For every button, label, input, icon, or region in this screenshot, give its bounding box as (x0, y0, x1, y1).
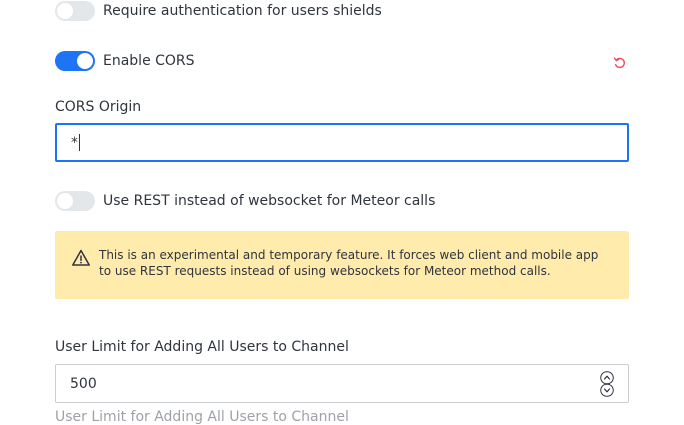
enable-cors-setting: Enable CORS (55, 51, 195, 71)
cors-origin-input[interactable]: * (55, 123, 629, 162)
user-limit-input[interactable]: 500 (55, 364, 629, 403)
warning-icon (72, 249, 90, 266)
user-limit-value: 500 (70, 375, 97, 392)
enable-cors-toggle[interactable] (55, 51, 95, 71)
use-rest-label: Use REST instead of websocket for Meteor… (103, 193, 436, 209)
number-spinner-icon[interactable] (600, 371, 614, 397)
toggle-knob (57, 193, 73, 209)
reset-icon[interactable] (613, 56, 627, 70)
cors-origin-value: * (71, 134, 78, 151)
enable-cors-label: Enable CORS (103, 53, 195, 69)
toggle-knob (77, 53, 93, 69)
warning-text: This is an experimental and temporary fe… (99, 248, 599, 278)
toggle-knob (57, 3, 73, 19)
require-auth-shields-toggle[interactable] (55, 1, 95, 21)
use-rest-setting: Use REST instead of websocket for Meteor… (55, 191, 435, 211)
warning-callout: This is an experimental and temporary fe… (55, 231, 629, 299)
require-auth-shields-label: Require authentication for users shields (103, 3, 382, 19)
require-auth-shields-setting: Require authentication for users shields (55, 1, 382, 21)
text-caret (79, 134, 80, 151)
user-limit-hint: User Limit for Adding All Users to Chann… (55, 409, 349, 425)
cors-origin-label: CORS Origin (55, 99, 142, 115)
user-limit-label: User Limit for Adding All Users to Chann… (55, 339, 349, 355)
use-rest-toggle[interactable] (55, 191, 95, 211)
